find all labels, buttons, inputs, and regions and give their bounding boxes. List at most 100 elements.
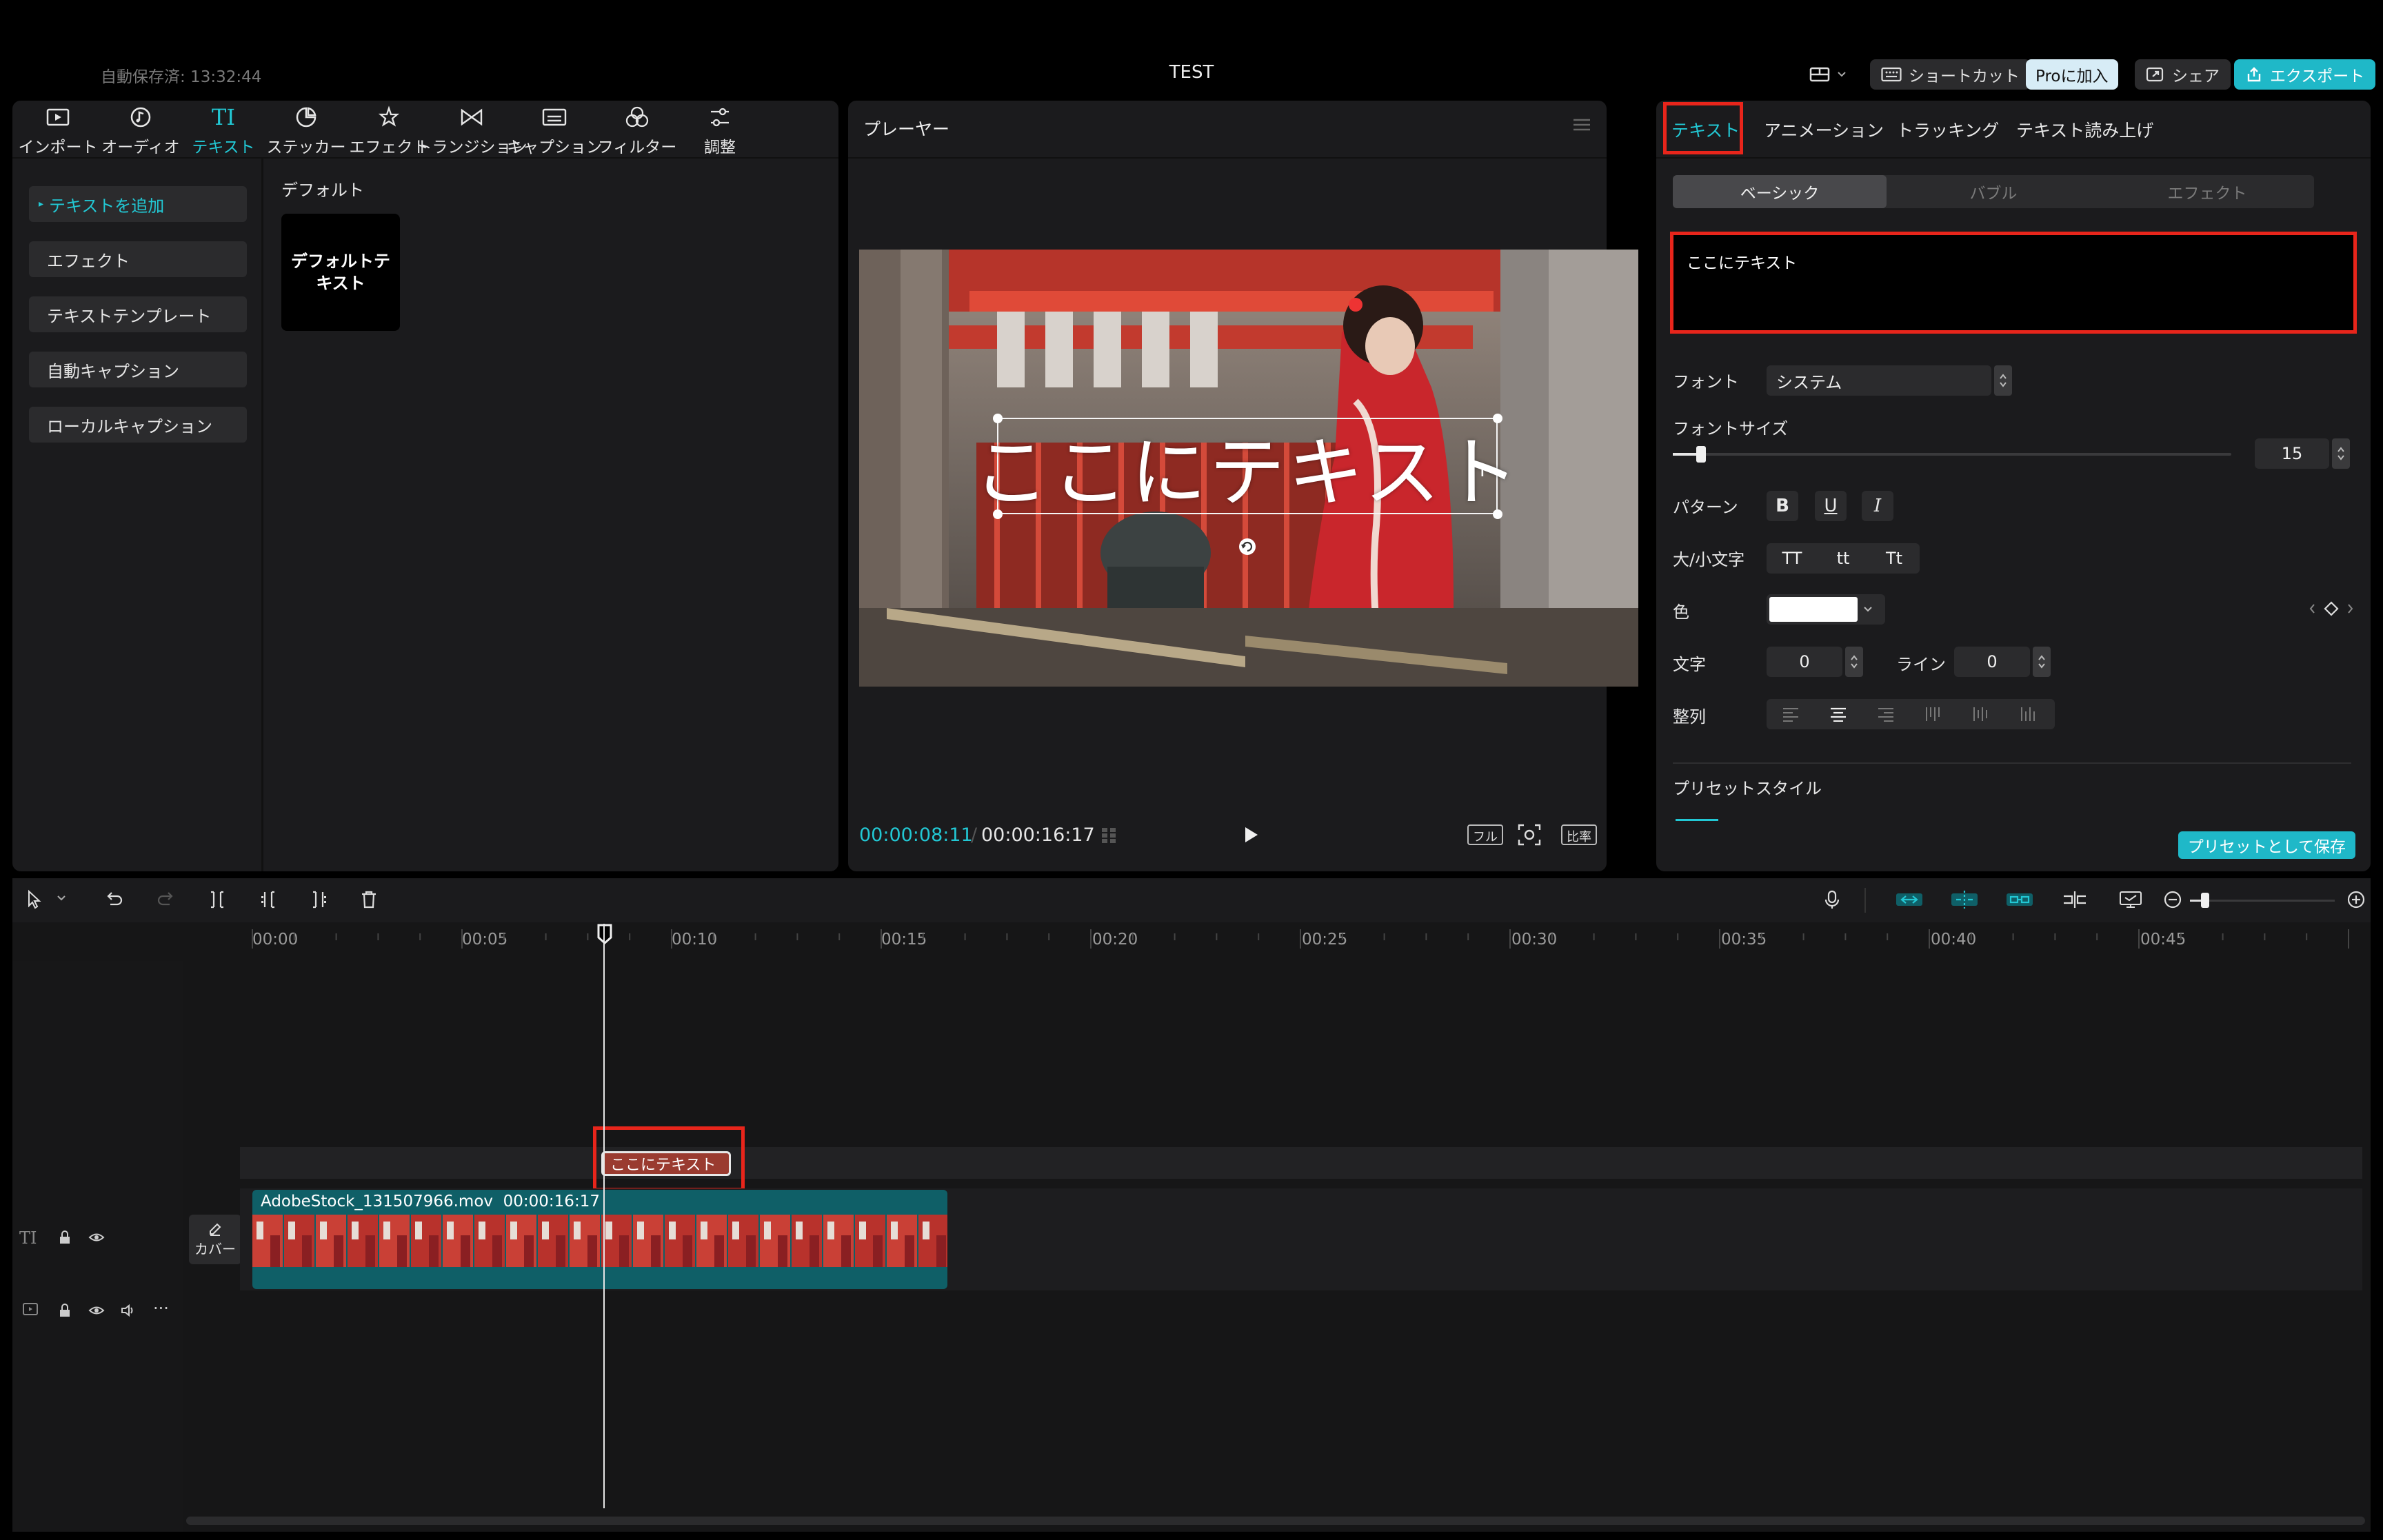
split-preview-icon[interactable] <box>2060 889 2089 910</box>
color-swatch <box>1769 597 1858 622</box>
lowercase-button[interactable]: tt <box>1818 543 1869 574</box>
tab-caption[interactable]: キャプション <box>507 101 602 157</box>
chevron-down-icon[interactable] <box>57 895 66 902</box>
playhead-handle[interactable] <box>597 924 612 944</box>
subnav-auto-caption[interactable]: 自動キャプション <box>29 352 247 387</box>
undo-icon[interactable] <box>103 889 124 910</box>
tab-sticker[interactable]: ステッカー <box>265 101 348 157</box>
save-preset-button[interactable]: プリセットとして保存 <box>2178 831 2355 859</box>
underline-button[interactable]: U <box>1815 491 1847 521</box>
microphone-icon[interactable] <box>1822 889 1842 910</box>
tab-import[interactable]: インポート <box>17 101 99 157</box>
snap-icon[interactable] <box>1950 889 1979 910</box>
align-right-icon[interactable] <box>1862 699 1909 729</box>
link-icon[interactable] <box>2005 889 2034 910</box>
align-center-icon[interactable] <box>1814 699 1862 729</box>
timeline-ruler[interactable]: 00:00 00:05 00:10 00:15 00:20 00:25 00:3… <box>12 922 2371 961</box>
subnav-add-text[interactable]: ▸ テキストを追加 <box>29 186 247 222</box>
char-spacing-stepper-icon[interactable] <box>1845 647 1863 677</box>
divider <box>1656 157 2371 159</box>
play-button[interactable] <box>1240 824 1260 845</box>
default-text-card[interactable]: デフォルトテキスト <box>281 214 400 331</box>
font-label: フォント <box>1673 372 1739 392</box>
style-segmented-control: ベーシック バブル エフェクト <box>1673 175 2314 208</box>
eye-icon[interactable] <box>88 1304 105 1317</box>
tab-filter[interactable]: フィルター <box>596 101 678 157</box>
timeline-toolbar <box>12 878 2371 922</box>
menu-icon[interactable] <box>1572 117 1591 132</box>
shortcut-button[interactable]: ショートカット <box>1870 59 2031 90</box>
split-icon[interactable] <box>207 889 228 910</box>
more-options-icon[interactable]: ··· <box>153 1299 169 1318</box>
align-left-icon[interactable] <box>1767 699 1814 729</box>
subnav-local-caption[interactable]: ローカルキャプション <box>29 407 247 443</box>
lock-icon[interactable] <box>58 1230 72 1245</box>
uppercase-button[interactable]: TT <box>1767 543 1818 574</box>
zoom-out-icon[interactable] <box>2162 889 2183 910</box>
pro-button[interactable]: Proに加入 <box>2026 59 2118 90</box>
timeline-scrollbar[interactable] <box>186 1517 2365 1525</box>
tab-text[interactable]: TI テキスト <box>182 101 265 157</box>
shortcut-label: ショートカット <box>1909 68 2020 85</box>
full-button[interactable]: フル <box>1467 824 1503 845</box>
redo-icon[interactable] <box>156 889 177 910</box>
thumbnail-detail <box>492 1235 502 1267</box>
frame-grid-icon[interactable] <box>1100 826 1129 845</box>
tab-sticker-label: ステッカー <box>266 139 346 156</box>
font-size-slider[interactable] <box>1673 446 2231 463</box>
char-spacing-input[interactable]: 0 <box>1767 647 1863 677</box>
tab-transition[interactable]: トランジション <box>416 101 527 157</box>
tab-adjust[interactable]: 調整 <box>678 101 761 157</box>
seg-basic[interactable]: ベーシック <box>1673 175 1887 208</box>
share-label: シェア <box>2172 68 2220 85</box>
font-size-stepper-icon[interactable] <box>2332 438 2350 469</box>
line-spacing-stepper-icon[interactable] <box>2033 647 2051 677</box>
tab-audio[interactable]: オーディオ <box>99 101 182 157</box>
text-track-icon: TI <box>19 1228 37 1248</box>
zoom-slider-knob[interactable] <box>2201 893 2209 908</box>
char-spacing-value: 0 <box>1799 652 1810 671</box>
keyframe-icon[interactable] <box>2307 598 2355 619</box>
screenshot-icon[interactable] <box>1517 823 1542 847</box>
font-select[interactable]: システム <box>1767 365 2012 396</box>
zoom-in-icon[interactable] <box>2346 889 2366 910</box>
subnav-text-template[interactable]: テキストテンプレート <box>29 296 247 332</box>
preview-axis-icon[interactable] <box>2118 889 2143 910</box>
ratio-button[interactable]: 比率 <box>1561 824 1597 845</box>
color-picker[interactable] <box>1767 594 1885 625</box>
line-spacing-input[interactable]: 0 <box>1954 647 2051 677</box>
preset-selection-indicator <box>1676 819 1718 821</box>
zoom-slider[interactable] <box>2190 893 2335 908</box>
keyboard-icon <box>1881 67 1902 82</box>
trim-right-icon[interactable] <box>309 889 330 910</box>
subnav-effect[interactable]: エフェクト <box>29 241 247 277</box>
align-bottom-icon[interactable] <box>2004 699 2052 729</box>
lock-icon[interactable] <box>58 1303 72 1318</box>
magnet-icon[interactable] <box>1895 889 1924 910</box>
align-middle-icon[interactable] <box>1957 699 2004 729</box>
tab-text-to-speech[interactable]: テキスト読み上げ <box>2016 117 2153 142</box>
layout-button[interactable] <box>1805 59 1851 90</box>
font-size-input[interactable]: 15 <box>2255 438 2350 469</box>
share-button[interactable]: シェア <box>2135 59 2231 90</box>
font-size-slider-knob[interactable] <box>1696 446 1706 463</box>
titlecase-button[interactable]: Tt <box>1869 543 1920 574</box>
speaker-icon[interactable] <box>120 1303 137 1318</box>
share-icon <box>2146 66 2165 83</box>
bold-button[interactable]: B <box>1767 491 1798 521</box>
seg-effect[interactable]: エフェクト <box>2100 175 2314 208</box>
eye-icon[interactable] <box>88 1231 105 1244</box>
export-button[interactable]: エクスポート <box>2234 59 2376 90</box>
delete-icon[interactable] <box>359 889 379 910</box>
thumbnail-detail <box>605 1222 612 1239</box>
select-cursor-icon[interactable] <box>25 889 46 910</box>
cover-button[interactable]: カバー <box>189 1215 241 1264</box>
tab-animation[interactable]: アニメーション <box>1764 117 1884 142</box>
rotate-icon[interactable] <box>1237 536 1258 557</box>
video-clip[interactable]: AdobeStock_131507966.mov 00:00:16:17 <box>252 1190 947 1289</box>
tab-tracking[interactable]: トラッキング <box>1896 117 1999 142</box>
seg-bubble[interactable]: バブル <box>1887 175 2100 208</box>
align-top-icon[interactable] <box>1909 699 1957 729</box>
italic-button[interactable]: I <box>1862 491 1893 521</box>
trim-left-icon[interactable] <box>258 889 279 910</box>
